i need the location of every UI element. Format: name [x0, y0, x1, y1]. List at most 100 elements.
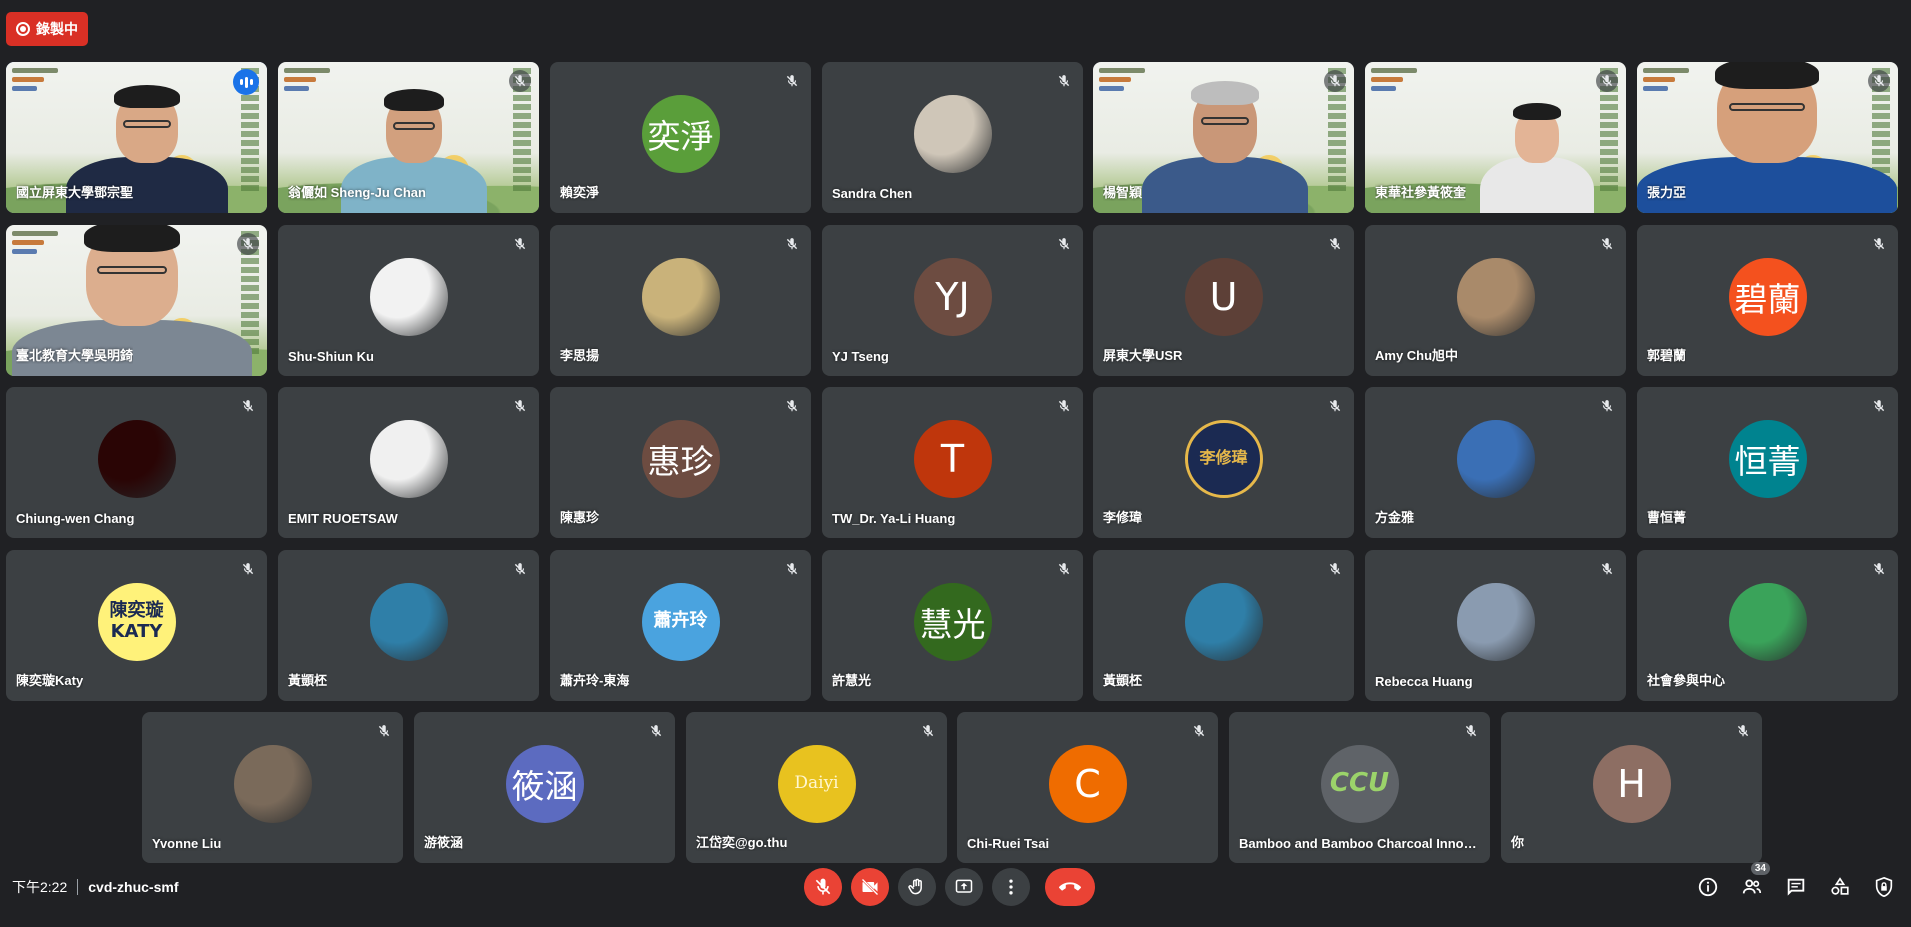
participant-avatar — [641, 257, 720, 336]
participant-name: 郭碧蘭 — [1647, 348, 1687, 363]
meeting-details-button[interactable] — [1693, 872, 1723, 902]
participant-name: Bamboo and Bamboo Charcoal Innova... — [1239, 836, 1479, 851]
mic-off-icon — [786, 400, 798, 412]
participant-name: 賴奕淨 — [560, 185, 600, 200]
mic-off-icon — [514, 400, 526, 412]
participant-avatar — [1456, 257, 1535, 336]
muted-mic-icon — [1732, 720, 1754, 742]
raise-hand-button[interactable] — [898, 868, 936, 906]
participant-name: Sandra Chen — [832, 186, 913, 201]
side-panel-buttons: 34 — [1693, 862, 1899, 902]
participant-tile[interactable]: 惠珍 陳惠珍 — [550, 387, 811, 538]
muted-mic-icon — [1053, 395, 1075, 417]
participant-tile[interactable]: Yvonne Liu — [142, 712, 403, 863]
mic-off-icon — [514, 75, 526, 87]
mic-off-icon — [1873, 238, 1885, 250]
participant-name: 國立屏東大學鄧宗聖 — [16, 185, 134, 200]
mic-off-icon — [378, 725, 390, 737]
recording-badge[interactable]: 錄製中 — [6, 12, 88, 46]
participant-tile[interactable]: 恒菁 曹恒菁 — [1637, 387, 1898, 538]
chat-button[interactable] — [1781, 872, 1811, 902]
mic-off-icon — [1058, 75, 1070, 87]
participant-tile[interactable]: 臺北教育大學吳明錡 — [6, 225, 267, 376]
participant-name: 游筱涵 — [424, 835, 464, 850]
hang-up-icon — [1059, 882, 1081, 891]
muted-mic-icon — [1324, 233, 1346, 255]
participant-tile[interactable]: Chiung-wen Chang — [6, 387, 267, 538]
hand-icon — [908, 878, 922, 895]
participant-tile[interactable]: 陳奕璇 KATY 陳奕璇Katy — [6, 550, 267, 701]
participant-tile[interactable]: Rebecca Huang — [1365, 550, 1626, 701]
mic-off-icon — [514, 563, 526, 575]
participant-avatar: 恒菁 — [1728, 419, 1807, 498]
participant-name: TW_Dr. Ya-Li Huang — [832, 511, 956, 526]
participant-tile[interactable]: 東華社參黃筱奎 — [1365, 62, 1626, 213]
participant-tile[interactable]: 慧光 許慧光 — [822, 550, 1083, 701]
participant-avatar: 李修瑋 — [1184, 419, 1263, 498]
participant-tile[interactable]: 碧蘭 郭碧蘭 — [1637, 225, 1898, 376]
participant-tile[interactable]: 楊智穎 — [1093, 62, 1354, 213]
participant-name: 蕭卉玲-東海 — [560, 673, 630, 688]
mic-off-icon — [1873, 75, 1885, 87]
participant-tile[interactable]: U 屏東大學USR — [1093, 225, 1354, 376]
participant-tile[interactable]: 方金雅 — [1365, 387, 1626, 538]
participant-name: 臺北教育大學吳明錡 — [16, 348, 134, 363]
participant-tile[interactable]: 筱涵 游筱涵 — [414, 712, 675, 863]
mic-off-icon — [786, 238, 798, 250]
participant-tile[interactable]: 社會參與中心 — [1637, 550, 1898, 701]
participant-tile[interactable]: Daiyi 江岱奕@go.thu — [686, 712, 947, 863]
participant-tile[interactable]: 黃顗柸 — [278, 550, 539, 701]
host-controls-button[interactable] — [1869, 872, 1899, 902]
participant-tile[interactable]: Sandra Chen — [822, 62, 1083, 213]
participant-avatar — [97, 419, 176, 498]
participant-tile[interactable]: C Chi-Ruei Tsai — [957, 712, 1218, 863]
muted-mic-icon — [1324, 558, 1346, 580]
participant-tile[interactable]: 黃顗柸 — [1093, 550, 1354, 701]
participant-tile[interactable]: YJ YJ Tseng — [822, 225, 1083, 376]
participant-tile[interactable]: 李思揚 — [550, 225, 811, 376]
participant-tile[interactable]: CCU Bamboo and Bamboo Charcoal Innova... — [1229, 712, 1490, 863]
mic-off-icon — [1873, 400, 1885, 412]
speaking-indicator-icon — [233, 69, 259, 95]
participant-name: 張力亞 — [1647, 185, 1687, 200]
mic-off-icon — [1329, 563, 1341, 575]
participant-name: Chi-Ruei Tsai — [967, 836, 1050, 851]
mic-off-icon — [1329, 75, 1341, 87]
muted-mic-icon — [1868, 70, 1890, 92]
participant-avatar: 蕭卉玲 — [641, 582, 720, 661]
participant-name: 你 — [1511, 835, 1525, 850]
people-button[interactable]: 34 — [1737, 862, 1770, 902]
mic-off-icon — [1329, 238, 1341, 250]
participant-name: 翁儷如 Sheng-Ju Chan — [288, 185, 426, 200]
muted-mic-icon — [781, 395, 803, 417]
participant-tile[interactable]: 奕淨 賴奕淨 — [550, 62, 811, 213]
participant-tile[interactable]: H你 — [1501, 712, 1762, 863]
participant-tile[interactable]: Amy Chu旭中 — [1365, 225, 1626, 376]
participant-avatar — [1456, 582, 1535, 661]
mic-off-icon — [1058, 238, 1070, 250]
participant-tile[interactable]: 張力亞 — [1637, 62, 1898, 213]
muted-mic-icon — [237, 395, 259, 417]
participant-avatar: C — [1048, 744, 1127, 823]
muted-mic-icon — [781, 558, 803, 580]
leave-call-button[interactable] — [1045, 868, 1095, 906]
participant-tile[interactable]: 翁儷如 Sheng-Ju Chan — [278, 62, 539, 213]
participant-tile[interactable]: T TW_Dr. Ya-Li Huang — [822, 387, 1083, 538]
participant-tile[interactable]: 國立屏東大學鄧宗聖 — [6, 62, 267, 213]
muted-mic-icon — [1324, 70, 1346, 92]
participant-name: 社會參與中心 — [1647, 673, 1726, 688]
participant-tile[interactable]: Shu-Shiun Ku — [278, 225, 539, 376]
present-screen-button[interactable] — [945, 868, 983, 906]
camera-toggle-button[interactable] — [851, 868, 889, 906]
participant-tile[interactable]: 蕭卉玲 蕭卉玲-東海 — [550, 550, 811, 701]
muted-mic-icon — [509, 70, 531, 92]
more-options-button[interactable] — [992, 868, 1030, 906]
info-icon — [1698, 877, 1718, 897]
muted-mic-icon — [1053, 70, 1075, 92]
meeting-code: cvd-zhuc-smf — [88, 879, 179, 895]
participant-avatar: Daiyi — [777, 744, 856, 823]
participant-tile[interactable]: 李修瑋 李修瑋 — [1093, 387, 1354, 538]
microphone-toggle-button[interactable] — [804, 868, 842, 906]
participant-tile[interactable]: EMIT RUOETSAW — [278, 387, 539, 538]
activities-button[interactable] — [1825, 872, 1855, 902]
